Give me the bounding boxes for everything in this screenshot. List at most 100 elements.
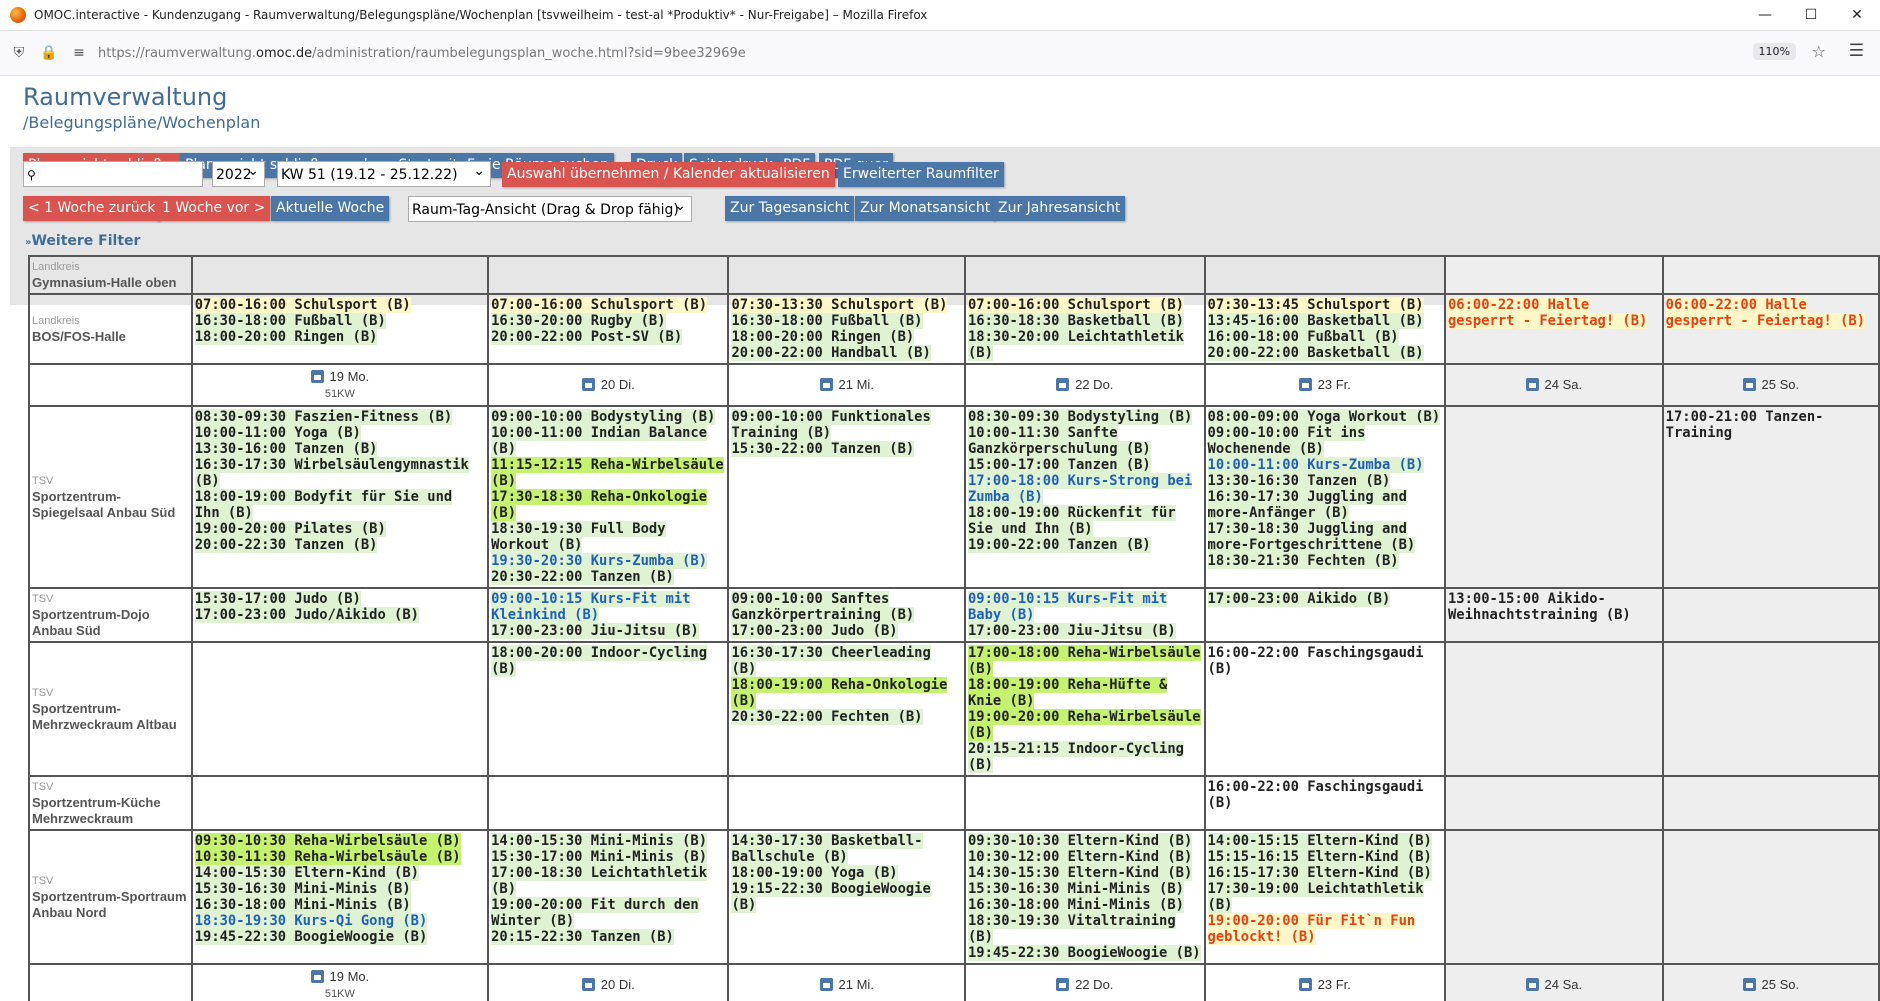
day-header[interactable]: 25 So.: [1661, 963, 1880, 1001]
booking-entry[interactable]: 20:15-22:30 Tanzen (B): [491, 929, 674, 945]
day-cell[interactable]: [1203, 255, 1447, 295]
booking-entry[interactable]: 10:30-11:30 Reha-Wirbelsäule (B): [194, 849, 461, 865]
booking-entry[interactable]: 10:00-11:00 Yoga (B): [194, 425, 361, 441]
booking-entry[interactable]: 16:30-17:30 Juggling and more-Anfänger (…: [1207, 489, 1407, 521]
booking-entry[interactable]: 16:00-22:00 Faschingsgaudi (B): [1208, 645, 1424, 677]
day-cell[interactable]: [1444, 255, 1664, 295]
day-cell[interactable]: 07:30-13:45 Schulsport (B) 13:45-16:00 Ba…: [1203, 293, 1447, 365]
booking-entry[interactable]: 19:45-22:30 BoogieWoogie (B): [194, 929, 428, 945]
booking-entry[interactable]: 19:00-20:00 Reha-Wirbelsäule (B): [968, 709, 1201, 741]
booking-entry[interactable]: 13:45-16:00 Basketball (B): [1207, 313, 1424, 329]
day-cell[interactable]: 06:00-22:00 Halle gesperrt - Feiertag! (…: [1444, 293, 1664, 365]
booking-entry[interactable]: 19:00-20:00 Pilates (B): [194, 521, 386, 537]
booking-entry[interactable]: 13:30-16:30 Tanzen (B): [1207, 473, 1391, 489]
day-cell[interactable]: [190, 641, 490, 777]
booking-entry[interactable]: 15:30-17:00 Mini-Minis (B): [491, 849, 708, 865]
day-cell[interactable]: 09:00-10:00 Funktionales Training (B) 15:…: [727, 405, 966, 589]
booking-entry[interactable]: 07:00-16:00 Schulsport (B): [968, 297, 1184, 313]
day-cell[interactable]: 06:00-22:00 Halle gesperrt - Feiertag! (…: [1661, 293, 1880, 365]
booking-entry[interactable]: 10:00-11:30 Sanfte Ganzkörperschulung (B…: [968, 425, 1151, 457]
year-select[interactable]: 2022: [212, 158, 265, 187]
booking-entry[interactable]: 17:00-23:00 Aikido (B): [1207, 591, 1391, 607]
booking-entry[interactable]: 19:00-22:00 Tanzen (B): [968, 537, 1151, 553]
day-header[interactable]: 23 Fr.: [1203, 963, 1447, 1001]
booking-entry[interactable]: 15:00-17:00 Tanzen (B): [968, 457, 1151, 473]
day-header[interactable]: 22 Do.: [964, 363, 1206, 407]
booking-entry[interactable]: 20:00-22:00 Basketball (B): [1207, 345, 1424, 361]
extended-room-filter-button[interactable]: Erweiterter Raumfilter: [838, 162, 1004, 187]
booking-entry[interactable]: 17:30-19:00 Leichtathletik (B): [1207, 881, 1424, 913]
view-mode-select[interactable]: Raum-Tag-Ansicht (Drag & Drop fähig): [408, 193, 692, 222]
booking-entry[interactable]: 09:00-10:00 Fit ins Wochenende (B): [1207, 425, 1366, 457]
day-cell[interactable]: 08:30-09:30 Bodystyling (B) 10:00-11:30 S…: [964, 405, 1206, 589]
booking-entry[interactable]: 13:00-15:00 Aikido-Weihnachtstraining (B…: [1448, 591, 1631, 623]
booking-entry[interactable]: 18:30-21:30 Fechten (B): [1207, 553, 1399, 569]
booking-entry[interactable]: 19:15-22:30 BoogieWoogie (B): [731, 881, 931, 913]
day-cell[interactable]: [1444, 775, 1664, 831]
booking-entry[interactable]: 14:00-15:30 Eltern-Kind (B): [194, 865, 419, 881]
url-bar[interactable]: https://raumverwaltung.omoc.de/administr…: [98, 46, 746, 61]
booking-entry[interactable]: 17:00-23:00 Judo (B): [731, 623, 898, 639]
booking-entry[interactable]: 16:30-17:30 Wirbelsäulengymnastik (B): [194, 457, 469, 489]
day-cell[interactable]: 07:00-16:00 Schulsport (B) 16:30-18:30 Ba…: [964, 293, 1206, 365]
booking-entry[interactable]: 17:30-18:30 Reha-Onkologie (B): [491, 489, 708, 521]
next-week-button[interactable]: 1 Woche vor >: [157, 196, 271, 221]
booking-entry[interactable]: 18:30-19:30 Full Body Workout (B): [491, 521, 666, 553]
booking-entry[interactable]: 16:30-18:00 Mini-Minis (B): [968, 897, 1184, 913]
booking-entry[interactable]: 11:15-12:15 Reha-Wirbelsäule (B): [491, 457, 724, 489]
day-cell[interactable]: [1661, 829, 1880, 965]
day-cell[interactable]: [487, 255, 730, 295]
booking-entry[interactable]: 18:00-19:00 Yoga (B): [731, 865, 898, 881]
zoom-indicator[interactable]: 110%: [1752, 43, 1796, 60]
booking-entry[interactable]: 15:30-16:30 Mini-Minis (B): [968, 881, 1184, 897]
booking-entry[interactable]: 07:30-13:45 Schulsport (B): [1207, 297, 1424, 313]
booking-entry[interactable]: 20:30-22:00 Tanzen (B): [491, 569, 674, 585]
day-cell[interactable]: 14:30-17:30 Basketball-Ballschule (B) 18:…: [727, 829, 966, 965]
booking-entry[interactable]: 19:45-22:30 BoogieWoogie (B): [968, 945, 1201, 961]
day-cell[interactable]: 08:00-09:00 Yoga Workout (B) 09:00-10:00 …: [1203, 405, 1447, 589]
booking-entry[interactable]: 10:30-12:00 Eltern-Kind (B): [968, 849, 1193, 865]
day-cell[interactable]: 16:00-22:00 Faschingsgaudi (B): [1203, 641, 1447, 777]
booking-entry[interactable]: 14:00-15:30 Mini-Minis (B): [491, 833, 708, 849]
booking-entry[interactable]: 06:00-22:00 Halle gesperrt - Feiertag! (…: [1448, 297, 1648, 329]
day-cell[interactable]: 07:30-13:30 Schulsport (B) 16:30-18:00 Fu…: [727, 293, 966, 365]
day-cell[interactable]: 17:00-18:00 Reha-Wirbelsäule (B) 18:00-19…: [964, 641, 1206, 777]
booking-entry[interactable]: 08:30-09:30 Bodystyling (B): [968, 409, 1193, 425]
booking-entry[interactable]: 10:00-11:00 Kurs-Zumba (B): [1207, 457, 1424, 473]
booking-entry[interactable]: 18:00-19:00 Reha-Onkologie (B): [731, 677, 948, 709]
more-filters-toggle[interactable]: »Weitere Filter: [25, 233, 140, 249]
booking-entry[interactable]: 06:00-22:00 Halle gesperrt - Feiertag! (…: [1665, 297, 1866, 329]
day-cell[interactable]: 15:30-17:00 Judo (B) 17:00-23:00 Judo/Aik…: [190, 587, 490, 643]
day-header[interactable]: 20 Di.: [487, 963, 730, 1001]
booking-entry[interactable]: 16:30-18:00 Mini-Minis (B): [194, 897, 411, 913]
booking-entry[interactable]: 17:30-18:30 Juggling and more-Fortgeschr…: [1207, 521, 1416, 553]
booking-entry[interactable]: 18:30-19:30 Vitaltraining (B): [968, 913, 1176, 945]
booking-entry[interactable]: 16:00-22:00 Faschingsgaudi (B): [1208, 779, 1424, 811]
day-view-button[interactable]: Zur Tagesansicht: [725, 196, 854, 221]
day-cell[interactable]: 16:30-17:30 Cheerleading (B) 18:00-19:00 …: [727, 641, 966, 777]
week-select[interactable]: KW 51 (19.12 - 25.12.22): [277, 158, 491, 187]
booking-entry[interactable]: 08:30-09:30 Faszien-Fitness (B): [194, 409, 453, 425]
booking-entry[interactable]: 20:15-21:15 Indoor-Cycling (B): [968, 741, 1184, 773]
booking-entry[interactable]: 09:00-10:00 Bodystyling (B): [491, 409, 716, 425]
booking-entry[interactable]: 15:30-16:30 Mini-Minis (B): [194, 881, 411, 897]
prev-week-button[interactable]: < 1 Woche zurück: [23, 196, 161, 221]
day-cell[interactable]: [727, 255, 966, 295]
booking-entry[interactable]: 18:00-20:00 Ringen (B): [194, 329, 378, 345]
day-cell[interactable]: [727, 775, 966, 831]
booking-entry[interactable]: 20:30-22:00 Fechten (B): [731, 709, 923, 725]
booking-entry[interactable]: 17:00-18:30 Leichtathletik (B): [491, 865, 708, 897]
booking-entry[interactable]: 17:00-23:00 Jiu-Jitsu (B): [968, 623, 1176, 639]
day-header[interactable]: 23 Fr.: [1203, 363, 1447, 407]
day-header[interactable]: 22 Do.: [964, 963, 1206, 1001]
day-cell[interactable]: [1661, 775, 1880, 831]
day-cell[interactable]: 17:00-21:00 Tanzen-Training: [1661, 405, 1880, 589]
booking-entry[interactable]: 09:00-10:15 Kurs-Fit mit Baby (B): [968, 591, 1168, 623]
booking-entry[interactable]: 08:00-09:00 Yoga Workout (B): [1207, 409, 1441, 425]
booking-entry[interactable]: 17:00-23:00 Judo/Aikido (B): [194, 607, 419, 623]
day-cell[interactable]: [190, 255, 490, 295]
month-view-button[interactable]: Zur Monatsansicht: [855, 196, 996, 221]
year-view-button[interactable]: Zur Jahresansicht: [993, 196, 1126, 221]
day-header[interactable]: 21 Mi.: [727, 963, 966, 1001]
booking-entry[interactable]: 17:00-21:00 Tanzen-Training: [1666, 409, 1824, 441]
